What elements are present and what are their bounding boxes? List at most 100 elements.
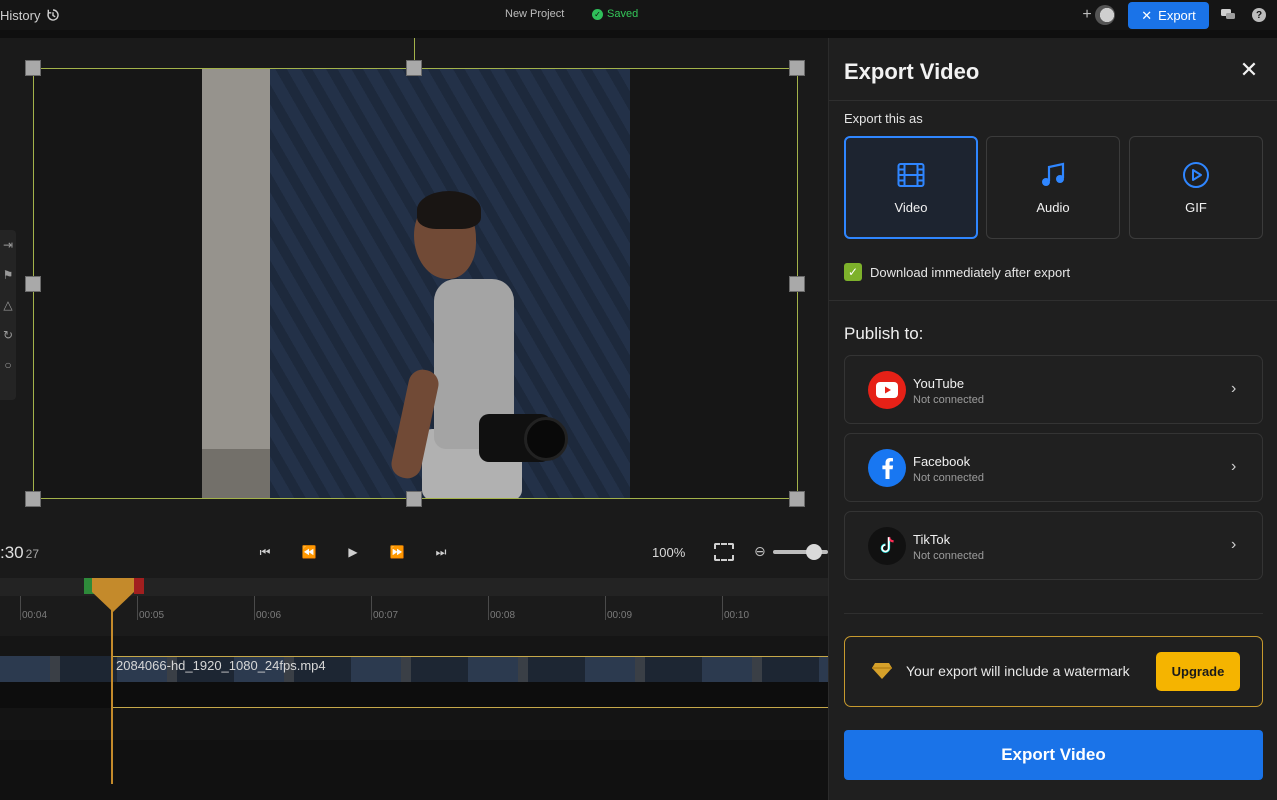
divider <box>844 613 1263 614</box>
ruler-tick <box>20 596 21 620</box>
ruler-tick <box>722 596 723 620</box>
zoom-out-icon[interactable]: ⊖ <box>754 543 766 560</box>
resize-handle-bottom[interactable] <box>406 491 422 507</box>
preview-overlay <box>34 69 797 498</box>
history-button[interactable]: History <box>0 0 60 30</box>
ruler-tick <box>605 596 606 620</box>
export-toggle-button[interactable]: ✕ Export <box>1128 2 1209 29</box>
rewind-icon[interactable]: ⏪ <box>300 544 318 560</box>
top-bar: History New Project ✓ Saved + ✕ Export ? <box>0 0 1277 30</box>
publish-name: TikTok <box>913 532 951 547</box>
chevron-right-icon: › <box>1231 536 1237 553</box>
history-icon <box>46 8 60 22</box>
fullscreen-icon[interactable] <box>714 543 734 561</box>
check-circle-icon: ✓ <box>592 8 603 20</box>
chat-icon[interactable] <box>1220 8 1236 22</box>
play-circle-icon <box>1181 160 1211 190</box>
resize-handle-top-left[interactable] <box>25 60 41 76</box>
checkbox-checked-icon[interactable]: ✓ <box>844 263 862 281</box>
ruler-label: 00:04 <box>22 610 48 621</box>
diamond-icon <box>871 662 893 680</box>
ruler-tick <box>137 596 138 620</box>
export-type-gif-label: GIF <box>1185 200 1207 215</box>
fast-forward-icon[interactable]: ⏩ <box>388 544 406 560</box>
chevron-right-icon: › <box>1231 380 1237 397</box>
timecode: :30 27 <box>0 543 39 563</box>
chevron-right-icon: › <box>1231 458 1237 475</box>
video-preview[interactable] <box>33 68 798 499</box>
close-icon: ✕ <box>1141 7 1153 23</box>
facebook-icon <box>868 449 906 487</box>
close-icon[interactable]: ✕ <box>1237 57 1261 82</box>
ruler-label: 00:06 <box>256 610 282 621</box>
watermark-text: Your export will include a watermark <box>906 663 1130 679</box>
history-label: History <box>0 7 41 23</box>
resize-handle-right[interactable] <box>789 276 805 292</box>
zoom-slider-knob[interactable] <box>806 544 822 560</box>
clip-name: 2084066-hd_1920_1080_24fps.mp4 <box>116 658 326 673</box>
out-marker[interactable] <box>134 578 144 594</box>
publish-name: Facebook <box>913 454 971 469</box>
project-title[interactable]: New Project <box>505 8 564 20</box>
ruler-label: 00:10 <box>724 610 750 621</box>
empty-track[interactable] <box>0 740 828 800</box>
skip-end-icon[interactable]: ⏭ <box>432 544 450 560</box>
resize-handle-top-right[interactable] <box>789 60 805 76</box>
export-type-video[interactable]: Video <box>844 136 978 239</box>
timeline: 00:04 00:05 00:06 00:07 00:08 00:09 00:1… <box>0 578 828 800</box>
resize-handle-top[interactable] <box>406 60 422 76</box>
publish-facebook[interactable]: Facebook Not connected › <box>844 433 1263 502</box>
ruler-tick <box>371 596 372 620</box>
flag-icon[interactable]: ⚑ <box>0 260 16 290</box>
music-note-icon <box>1038 160 1068 190</box>
divider <box>829 300 1277 301</box>
publish-name: YouTube <box>913 376 965 391</box>
playhead-handle[interactable] <box>92 578 134 612</box>
left-toolbar: ⇥ ⚑ △ ↻ ○ <box>0 230 16 400</box>
skip-start-icon[interactable]: ⏮ <box>256 544 274 560</box>
ruler-label: 00:08 <box>490 610 516 621</box>
redo-icon[interactable]: ↻ <box>0 320 16 350</box>
panel-title: Export Video <box>844 59 980 84</box>
export-type-audio[interactable]: Audio <box>986 136 1120 239</box>
saved-label: Saved <box>607 8 639 20</box>
zoom-level[interactable]: 100% <box>652 545 685 560</box>
ruler-tick <box>254 596 255 620</box>
ruler-tick <box>488 596 489 620</box>
tiktok-icon <box>868 527 906 565</box>
film-icon <box>896 160 926 190</box>
youtube-icon <box>868 371 906 409</box>
triangle-icon[interactable]: △ <box>0 290 16 320</box>
ruler-label: 00:09 <box>607 610 633 621</box>
empty-track[interactable] <box>0 708 828 740</box>
playhead-line[interactable] <box>111 594 113 784</box>
publish-youtube[interactable]: YouTube Not connected › <box>844 355 1263 424</box>
watermark-notice: Your export will include a watermark Upg… <box>844 636 1263 707</box>
upgrade-button[interactable]: Upgrade <box>1156 652 1240 691</box>
publish-status: Not connected <box>913 394 984 406</box>
export-type-video-label: Video <box>894 200 928 215</box>
import-icon[interactable]: ⇥ <box>0 230 16 260</box>
download-after-export-label: Download immediately after export <box>870 264 1071 280</box>
publish-tiktok[interactable]: TikTok Not connected › <box>844 511 1263 580</box>
publish-status: Not connected <box>913 550 984 562</box>
divider <box>829 100 1277 101</box>
download-after-export-row[interactable]: ✓ Download immediately after export <box>844 263 1070 281</box>
ruler-label: 00:07 <box>373 610 399 621</box>
timecode-frames: 27 <box>25 547 39 561</box>
export-video-button[interactable]: Export Video <box>844 730 1263 780</box>
circle-icon[interactable]: ○ <box>0 350 16 380</box>
resize-handle-left[interactable] <box>25 276 41 292</box>
resize-handle-bottom-right[interactable] <box>789 491 805 507</box>
publish-title: Publish to: <box>844 324 924 343</box>
resize-handle-bottom-left[interactable] <box>25 491 41 507</box>
help-icon[interactable]: ? <box>1252 8 1266 22</box>
export-type-gif[interactable]: GIF <box>1129 136 1263 239</box>
timecode-main: :30 <box>0 543 24 562</box>
play-icon[interactable]: ▶ <box>344 544 362 560</box>
export-type-audio-label: Audio <box>1036 200 1070 215</box>
saved-status: ✓ Saved <box>592 8 638 20</box>
export-as-label: Export this as <box>844 111 923 126</box>
avatar[interactable] <box>1095 5 1115 25</box>
ruler-label: 00:05 <box>139 610 165 621</box>
